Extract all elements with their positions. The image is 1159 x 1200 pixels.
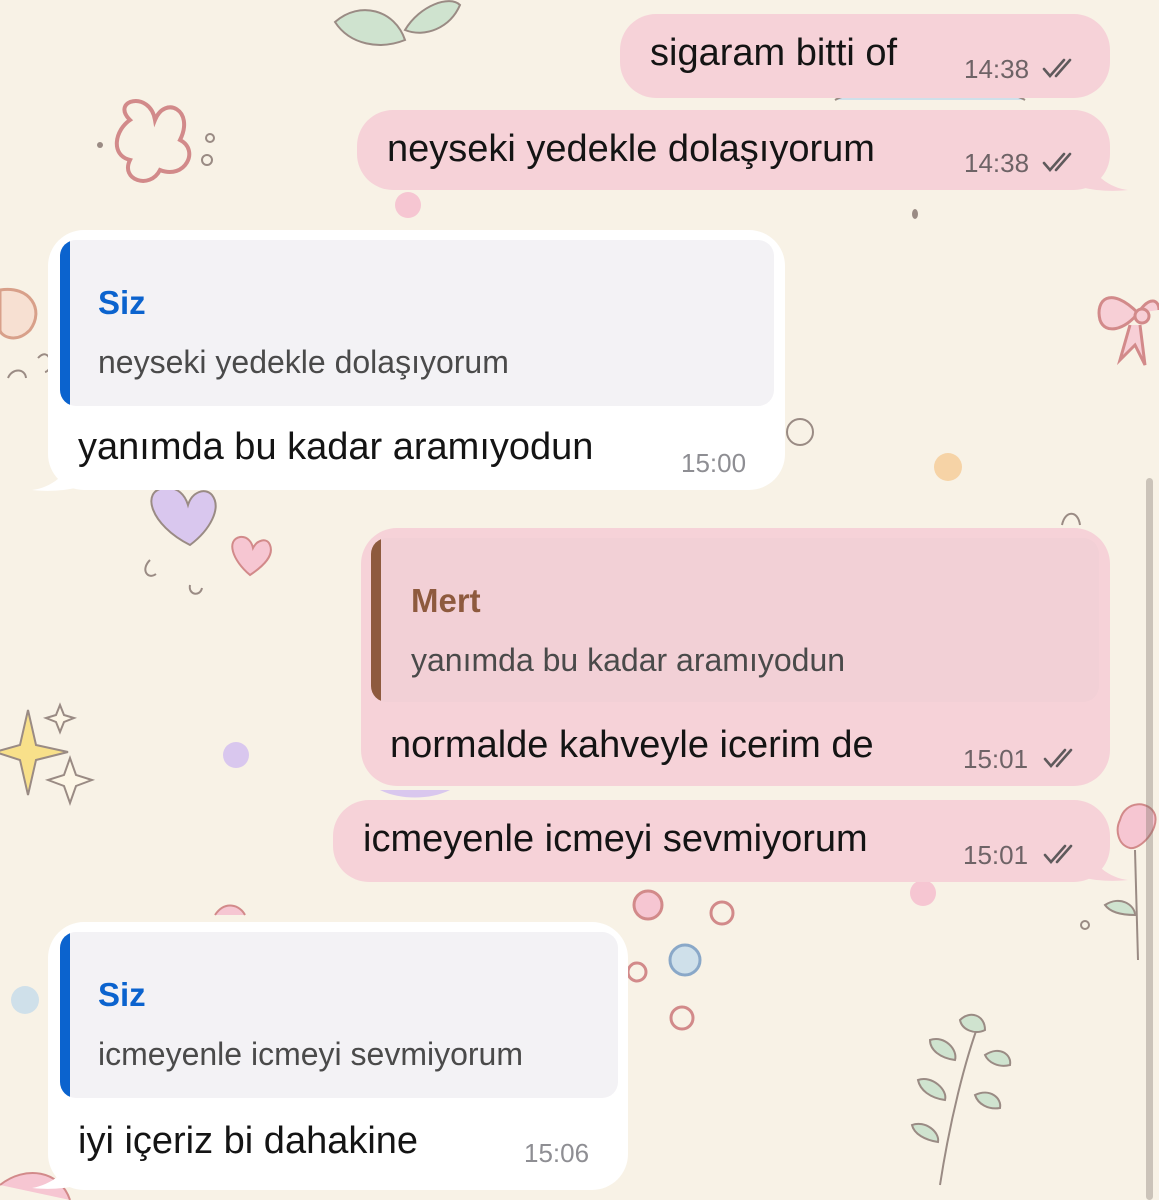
butterfly-doodle-icon <box>114 99 192 183</box>
bubble-doodle <box>626 889 735 1031</box>
incoming-message-bubble[interactable]: Siz icmeyenle icmeyi sevmiyorum iyi içer… <box>48 922 628 1190</box>
reply-preview[interactable]: Siz neyseki yedekle dolaşıyorum <box>60 240 774 406</box>
reply-accent-bar <box>371 538 381 702</box>
read-double-check-icon <box>1043 748 1073 768</box>
incoming-message-bubble[interactable]: Siz neyseki yedekle dolaşıyorum yanımda … <box>48 230 785 490</box>
reply-text: neyseki yedekle dolaşıyorum <box>98 344 509 380</box>
message-time: 14:38 <box>964 148 1030 178</box>
message-text: iyi içeriz bi dahakine <box>78 1120 419 1162</box>
message-text: neyseki yedekle dolaşıyorum <box>387 128 875 170</box>
message-time: 15:01 <box>963 840 1029 870</box>
reply-text: icmeyenle icmeyi sevmiyorum <box>98 1036 523 1072</box>
dot-doodle <box>97 142 103 148</box>
chat-scrollbar[interactable] <box>1146 478 1153 1200</box>
outgoing-message-bubble[interactable]: sigaram bitti of 14:38 <box>620 14 1110 98</box>
reply-preview[interactable]: Mert yanımda bu kadar aramıyodun <box>371 538 1099 702</box>
heart-doodle-icon <box>231 535 272 577</box>
message-time: 14:38 <box>964 54 1030 84</box>
message-text: icmeyenle icmeyi sevmiyorum <box>363 818 868 860</box>
reply-author: Siz <box>98 976 146 1013</box>
sparkle-doodle-icon <box>0 702 96 807</box>
read-double-check-icon <box>1043 844 1073 864</box>
reply-author: Siz <box>98 284 146 321</box>
message-text: yanımda bu kadar aramıyodun <box>78 426 594 468</box>
message-time: 15:06 <box>524 1138 590 1168</box>
leaf-doodle-icon <box>333 0 462 46</box>
message-text: sigaram bitti of <box>650 32 898 74</box>
read-double-check-icon <box>1042 152 1072 172</box>
message-text: normalde kahveyle icerim de <box>390 724 874 766</box>
message-time: 15:01 <box>963 744 1029 774</box>
heart-doodle-icon <box>150 486 217 547</box>
outgoing-message-bubble[interactable]: Mert yanımda bu kadar aramıyodun normald… <box>361 528 1110 786</box>
message-time: 15:00 <box>681 448 747 478</box>
branch-doodle-icon <box>910 1013 1012 1186</box>
reply-text: yanımda bu kadar aramıyodun <box>411 642 846 678</box>
reply-preview[interactable]: Siz icmeyenle icmeyi sevmiyorum <box>60 932 618 1098</box>
reply-accent-bar <box>60 240 70 406</box>
outgoing-message-bubble[interactable]: icmeyenle icmeyi sevmiyorum 15:01 <box>333 800 1110 882</box>
bow-doodle-icon <box>1097 296 1159 366</box>
outgoing-message-bubble[interactable]: neyseki yedekle dolaşıyorum 14:38 <box>357 110 1110 190</box>
read-double-check-icon <box>1042 58 1072 78</box>
reply-author: Mert <box>411 582 481 619</box>
reply-accent-bar <box>60 932 70 1098</box>
